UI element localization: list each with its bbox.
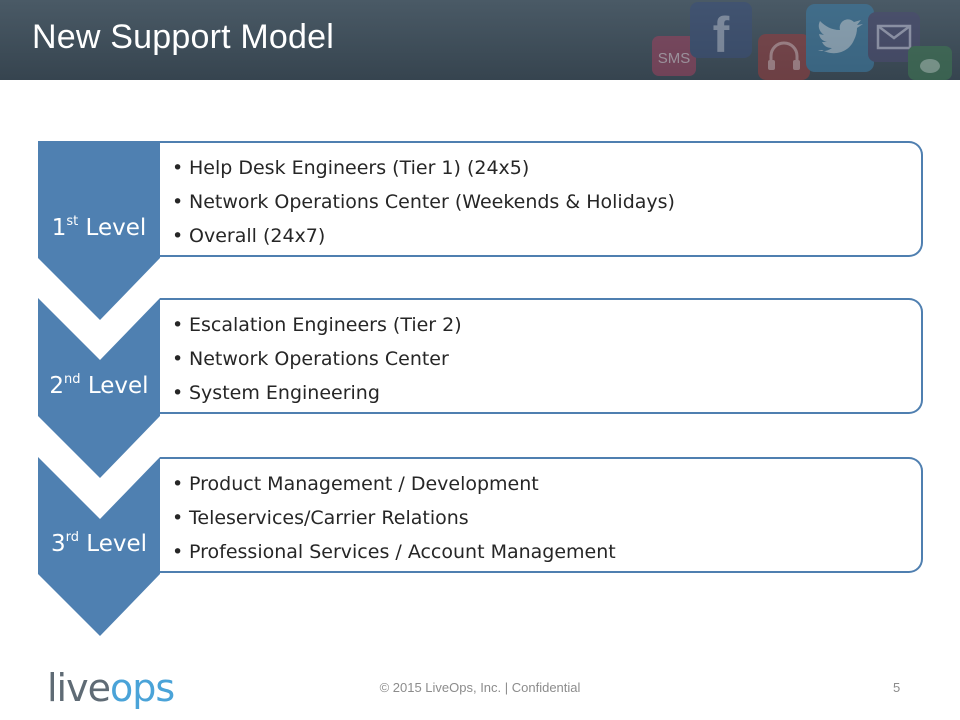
sms-icon: SMS <box>652 36 696 76</box>
level-3-box: Product Management / Development Teleser… <box>160 457 923 573</box>
twitter-icon <box>806 4 874 72</box>
level-1-list: Help Desk Engineers (Tier 1) (24x5) Netw… <box>160 143 921 253</box>
list-item: Network Operations Center <box>172 342 921 376</box>
list-item: Professional Services / Account Manageme… <box>172 535 921 569</box>
list-item: Product Management / Development <box>172 467 921 501</box>
slide-title: New Support Model <box>32 18 334 56</box>
level-3-label: 3rd Level <box>50 530 148 557</box>
header-bar: SMS f New Support Model <box>0 0 960 80</box>
level-2-box: Escalation Engineers (Tier 2) Network Op… <box>160 298 923 414</box>
level-1-box: Help Desk Engineers (Tier 1) (24x5) Netw… <box>160 141 923 257</box>
list-item: Teleservices/Carrier Relations <box>172 501 921 535</box>
copyright-text: © 2015 LiveOps, Inc. | Confidential <box>379 680 581 695</box>
list-item: Help Desk Engineers (Tier 1) (24x5) <box>172 151 921 185</box>
page-number: 5 <box>893 680 901 695</box>
list-item: System Engineering <box>172 376 921 410</box>
list-item: Escalation Engineers (Tier 2) <box>172 308 921 342</box>
level-2-list: Escalation Engineers (Tier 2) Network Op… <box>160 300 921 410</box>
level-1-label: 1st Level <box>51 214 147 241</box>
list-item: Overall (24x7) <box>172 219 921 253</box>
chat-icon <box>908 46 952 80</box>
facebook-icon: f <box>690 2 752 63</box>
list-item: Network Operations Center (Weekends & Ho… <box>172 185 921 219</box>
svg-text:SMS: SMS <box>658 50 691 67</box>
svg-text:f: f <box>713 7 730 63</box>
level-2-label: 2nd Level <box>49 372 149 399</box>
headset-icon <box>758 34 810 80</box>
level-3-list: Product Management / Development Teleser… <box>160 459 921 569</box>
